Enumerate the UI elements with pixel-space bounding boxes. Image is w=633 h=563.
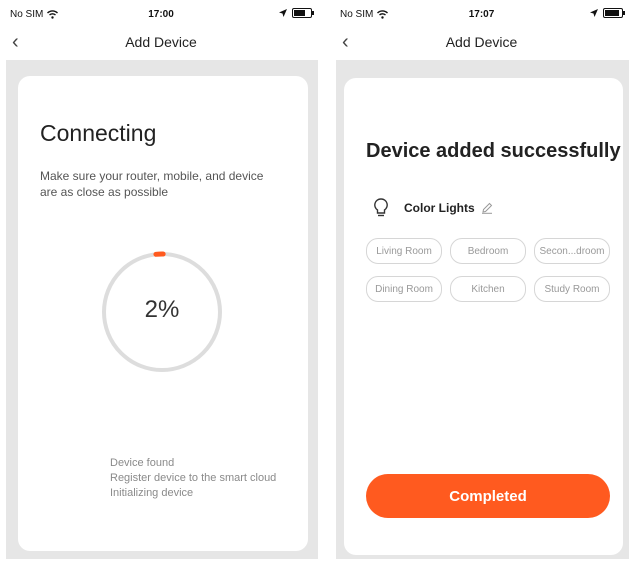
step-item: Initializing device: [110, 487, 194, 499]
status-time: 17:07: [468, 9, 495, 20]
room-selector: Living Room Bedroom Secon...droom Dining…: [366, 238, 612, 302]
status-bar: No SIM 17:07: [330, 0, 633, 28]
status-right-icons: [590, 8, 625, 18]
connecting-screen: No SIM 17:00 ‹ Add Device Connecting Mak…: [0, 0, 322, 563]
light-bulb-icon: [374, 198, 388, 217]
connecting-card: Connecting Make sure your router, mobile…: [18, 76, 308, 551]
page-title: Add Device: [125, 34, 197, 50]
battery-icon: [292, 8, 314, 18]
edit-pencil-icon[interactable]: [481, 202, 493, 214]
success-screen: No SIM 17:07 ‹ Add Device Device added s…: [330, 0, 633, 563]
status-bar: No SIM 17:00: [0, 0, 322, 28]
battery-icon: [603, 8, 625, 18]
room-chip-kitchen[interactable]: Kitchen: [450, 276, 526, 302]
nav-bar: ‹ Add Device: [0, 28, 322, 58]
page-title: Add Device: [445, 34, 518, 50]
status-time: 17:00: [148, 9, 174, 20]
completed-button[interactable]: Completed: [366, 474, 610, 518]
room-chip-living-room[interactable]: Living Room: [366, 238, 442, 264]
success-title: Device added successfully: [366, 140, 621, 162]
connecting-title: Connecting: [40, 120, 157, 146]
location-icon: [279, 9, 287, 17]
step-item: Register device to the smart cloud: [110, 472, 277, 484]
room-chip-bedroom[interactable]: Bedroom: [450, 238, 526, 264]
room-chip-dining-room[interactable]: Dining Room: [366, 276, 442, 302]
success-card: Device added successfully Color Lights L…: [344, 78, 623, 555]
progress-percentage: 2%: [144, 296, 180, 323]
connecting-subtitle: Make sure your router, mobile, and devic…: [40, 169, 264, 199]
room-chip-study-room[interactable]: Study Room: [534, 276, 610, 302]
device-name: Color Lights: [404, 201, 475, 215]
progress-ring: 2%: [100, 250, 224, 374]
nav-bar: ‹ Add Device: [330, 28, 633, 58]
location-icon: [590, 9, 598, 17]
step-item: Device found: [110, 457, 175, 469]
status-right-icons: [279, 8, 314, 18]
room-chip-second-bedroom[interactable]: Secon...droom: [534, 238, 610, 264]
content-background: Device added successfully Color Lights L…: [336, 60, 629, 559]
connection-steps: Device found Register device to the smar…: [110, 456, 276, 501]
content-background: Connecting Make sure your router, mobile…: [6, 60, 318, 559]
device-row: Color Lights: [374, 198, 493, 218]
